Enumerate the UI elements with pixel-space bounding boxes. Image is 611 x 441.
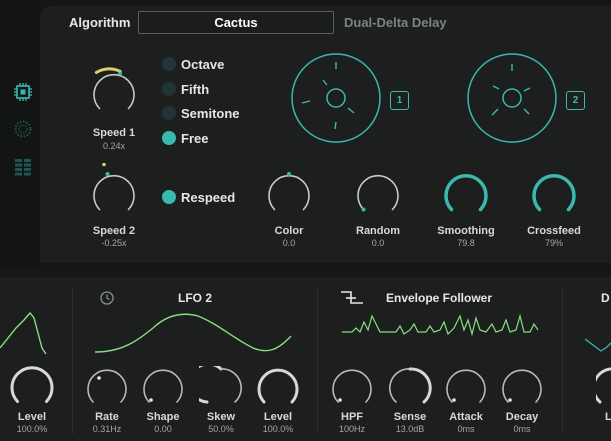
partial-waveform [585, 338, 611, 352]
radio-octave-label: Octave [181, 57, 225, 72]
partial-section-title: D [601, 291, 610, 305]
color-knob[interactable] [259, 163, 319, 223]
envelope-title: Envelope Follower [386, 291, 493, 305]
algorithm-name: Dual-Delta Delay [344, 15, 447, 30]
envelope-sense-knob[interactable] [388, 366, 432, 410]
respeed-toggle[interactable] [162, 190, 176, 204]
partial-knob[interactable] [596, 366, 611, 410]
algorithm-label: Algorithm [69, 15, 131, 30]
clock-icon[interactable] [99, 290, 115, 306]
radio-semitone-label: Semitone [181, 106, 240, 121]
speed1-value: 0.24x [102, 141, 126, 151]
respeed-label: Respeed [181, 190, 236, 205]
lfo2-waveform [94, 313, 292, 353]
smoothing-value: 79.8 [457, 238, 475, 248]
tap1-display[interactable] [290, 52, 386, 148]
lfo1-level-knob[interactable] [9, 364, 55, 410]
radio-fifth[interactable] [162, 82, 176, 96]
radio-free[interactable] [162, 131, 176, 145]
envelope-decay-knob[interactable] [500, 366, 544, 410]
envelope-icon[interactable] [340, 289, 364, 307]
random-knob[interactable] [348, 163, 408, 223]
grid-icon[interactable] [13, 157, 33, 177]
speed1-knob[interactable] [84, 62, 144, 122]
lfo2-rate-knob[interactable] [85, 366, 129, 410]
tap2-display[interactable] [466, 52, 562, 148]
color-label: Color [274, 225, 304, 237]
radio-semitone[interactable] [162, 106, 176, 120]
smoothing-label: Smoothing [437, 225, 495, 237]
lfo2-shape-knob[interactable] [141, 366, 185, 410]
lfo1-waveform [0, 311, 47, 355]
speed2-knob[interactable] [84, 163, 144, 223]
lfo2-level-knob[interactable] [256, 366, 300, 410]
partial-knob-label: L [605, 411, 611, 423]
radio-fifth-label: Fifth [181, 82, 210, 97]
algorithm-select[interactable]: Cactus [138, 11, 334, 34]
tap2-button[interactable]: 2 [566, 91, 585, 110]
envelope-decay-value: 0ms [513, 424, 531, 434]
random-label: Random [356, 225, 400, 237]
crossfeed-label: Crossfeed [527, 225, 581, 237]
radio-free-label: Free [181, 131, 209, 146]
tap1-button[interactable]: 1 [390, 91, 409, 110]
speed2-label: Speed 2 [92, 225, 136, 237]
crossfeed-value: 79% [544, 238, 563, 248]
radio-octave[interactable] [162, 57, 176, 71]
chip-icon[interactable] [13, 82, 33, 102]
crossfeed-knob[interactable] [524, 163, 584, 223]
envelope-attack-knob[interactable] [444, 366, 488, 410]
speed1-label: Speed 1 [92, 127, 136, 139]
speed2-value: -0.25x [101, 238, 127, 248]
random-value: 0.0 [371, 238, 385, 248]
envelope-waveform [342, 313, 539, 337]
lfo2-skew-knob[interactable] [199, 366, 243, 410]
lfo2-title: LFO 2 [178, 291, 213, 305]
color-value: 0.0 [282, 238, 296, 248]
envelope-decay-label: Decay [505, 411, 539, 423]
envelope-hpf-knob[interactable] [330, 366, 374, 410]
dotted-circle-icon[interactable] [13, 119, 33, 139]
smoothing-knob[interactable] [436, 163, 496, 223]
